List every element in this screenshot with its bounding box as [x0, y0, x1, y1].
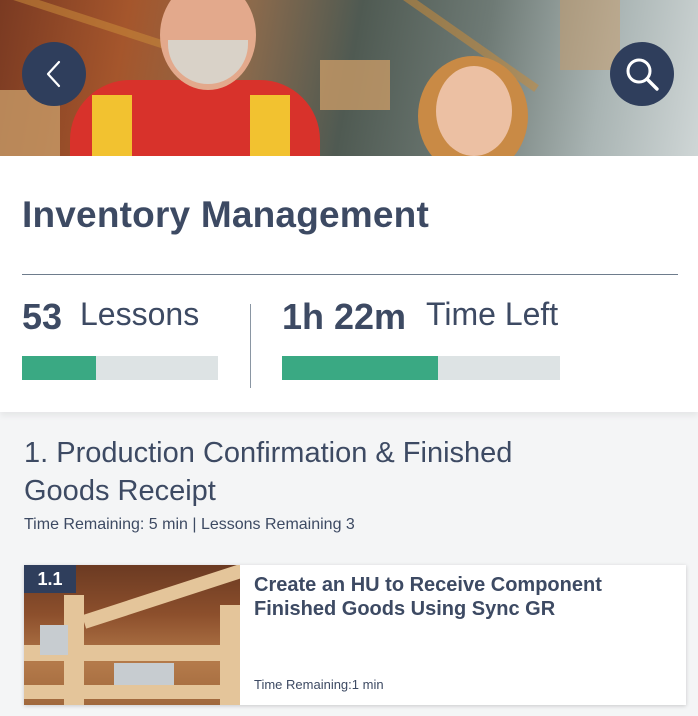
thumb-brace [81, 565, 240, 629]
time-progress-fill [282, 356, 438, 380]
hero-image [0, 0, 698, 156]
time-left-value: 1h 22m [282, 296, 407, 337]
chevron-left-icon [46, 60, 61, 88]
course-title: Inventory Management [22, 194, 429, 235]
time-progress-bar [282, 356, 560, 380]
hero-box [320, 60, 390, 110]
lesson-number-badge: 1.1 [24, 565, 76, 593]
thumb-beam [24, 685, 240, 699]
lessons-label: Lessons [80, 296, 200, 332]
search-icon [626, 58, 659, 91]
lessons-progress-fill [22, 356, 97, 380]
divider [22, 274, 678, 275]
thumb-metal-plate [114, 663, 174, 685]
lesson-time-remaining: Time Remaining:1 min [254, 677, 384, 692]
hero-box [560, 0, 620, 70]
stats-divider [250, 304, 251, 388]
section-title: 1. Production Confirmation & Finished Go… [24, 437, 513, 507]
time-left-label: Time Left [426, 296, 559, 332]
lessons-progress-bar [22, 356, 218, 380]
course-info-card: Inventory Management 53 Lessons 1h 22m T… [0, 156, 698, 412]
lesson-card[interactable]: 1.1 Create an HU to Receive Component Fi… [24, 565, 686, 705]
thumb-post [220, 605, 240, 705]
hero-vest [250, 95, 290, 156]
lessons-count: 53 [22, 296, 63, 337]
section-meta: Time Remaining: 5 min | Lessons Remainin… [24, 516, 355, 533]
hero-vest [92, 95, 132, 156]
lesson-thumbnail: 1.1 [24, 565, 240, 705]
search-button[interactable] [610, 42, 674, 106]
lesson-title: Create an HU to Receive Component Finish… [254, 574, 602, 620]
thumb-metal-plate [40, 625, 68, 655]
hero-person-face [436, 66, 512, 156]
back-button[interactable] [22, 42, 86, 106]
